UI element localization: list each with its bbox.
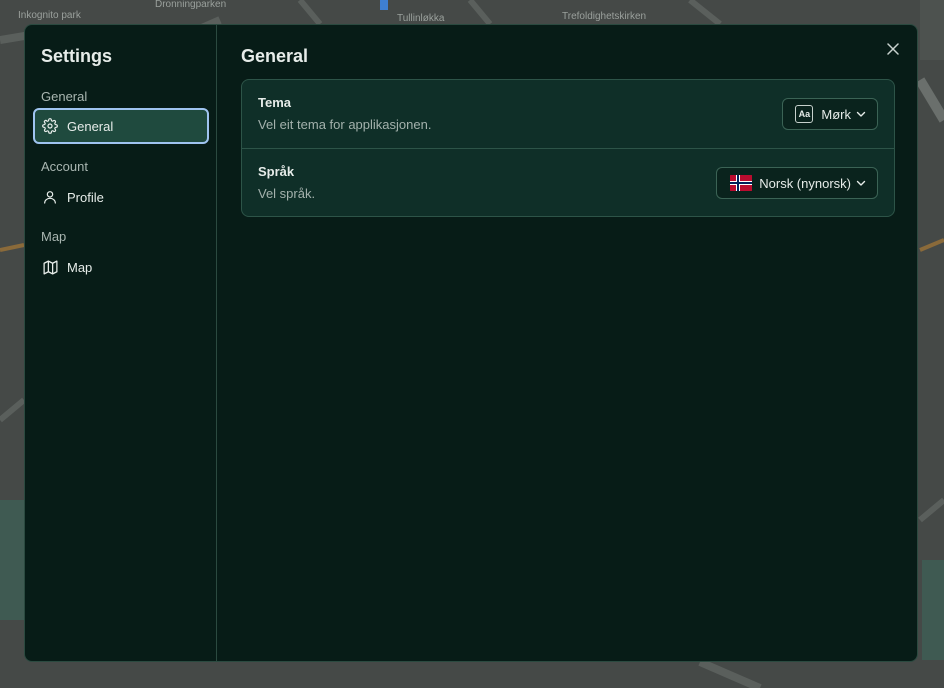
sidebar-item-label: General — [67, 118, 114, 134]
setting-title: Språk — [258, 164, 295, 179]
section-label-map: Map — [41, 229, 67, 244]
section-label-general: General — [41, 89, 88, 104]
setting-row-theme: Tema Vel eit tema for applikasjonen. Aa … — [242, 80, 894, 149]
setting-description: Vel språk. — [258, 186, 316, 201]
setting-row-language: Språk Vel språk. Norsk (nynorsk) — [242, 149, 894, 217]
settings-sidebar: Settings General General Account Profile… — [25, 25, 217, 661]
map-label: Dronningparken — [155, 0, 227, 10]
gear-icon — [41, 117, 59, 135]
sidebar-item-map[interactable]: Map — [33, 249, 209, 285]
language-select-value: Norsk (nynorsk) — [759, 175, 851, 191]
user-icon — [41, 188, 59, 206]
page-title: General — [241, 46, 309, 66]
sidebar-item-general[interactable]: General — [33, 108, 209, 144]
chevron-down-icon — [855, 108, 867, 120]
theme-select[interactable]: Aa Mørk — [782, 98, 878, 130]
language-select[interactable]: Norsk (nynorsk) — [716, 167, 878, 199]
settings-main-panel: General Tema Vel eit tema for applikasjo… — [217, 25, 917, 661]
sidebar-title: Settings — [41, 46, 113, 66]
sidebar-item-profile[interactable]: Profile — [33, 179, 209, 215]
settings-dialog: Settings General General Account Profile… — [24, 24, 918, 662]
map-label: Inkognito park — [18, 10, 81, 21]
map-label: Trefoldighetskirken — [562, 11, 647, 22]
settings-card: Tema Vel eit tema for applikasjonen. Aa … — [241, 79, 895, 217]
close-button[interactable] — [883, 41, 903, 61]
theme-select-value: Mørk — [821, 106, 851, 122]
setting-title: Tema — [258, 95, 291, 110]
sidebar-item-label: Profile — [67, 189, 104, 205]
theme-icon: Aa — [795, 105, 814, 123]
setting-description: Vel eit tema for applikasjonen. — [258, 117, 432, 132]
map-icon — [41, 258, 59, 276]
close-icon — [887, 42, 899, 60]
chevron-down-icon — [855, 177, 867, 189]
map-label: Tullinløkka — [397, 13, 445, 24]
sidebar-item-label: Map — [67, 259, 93, 275]
norway-flag-icon — [729, 175, 753, 191]
section-label-account: Account — [41, 159, 88, 174]
